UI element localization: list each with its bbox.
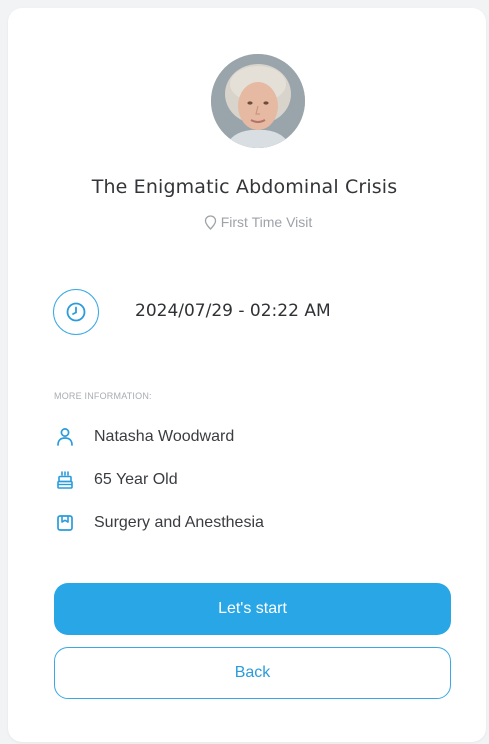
appointment-datetime: 2024/07/29 - 02:22 AM [135,301,331,321]
avatar-image [211,54,305,148]
location-pin-icon [204,215,217,233]
clock-icon-badge [53,289,99,335]
specialty-row: Surgery and Anesthesia [54,511,264,535]
case-title: The Enigmatic Abdominal Crisis [91,176,398,198]
visit-type: First Time Visit [0,214,489,233]
back-button[interactable]: Back [54,647,451,699]
start-button[interactable]: Let's start [54,583,451,635]
patient-age-row: 65 Year Old [54,468,178,492]
specialty: Surgery and Anesthesia [94,514,264,531]
person-icon [54,426,76,448]
visit-type-label: First Time Visit [220,214,313,230]
birthday-cake-icon [54,469,76,491]
patient-name-row: Natasha Woodward [54,425,234,449]
patient-avatar [211,54,305,148]
patient-age: 65 Year Old [94,471,178,488]
clock-icon [66,302,86,322]
more-information-label: MORE INFORMATION: [54,391,152,401]
bookmark-icon [54,512,76,534]
patient-name: Natasha Woodward [94,428,235,445]
